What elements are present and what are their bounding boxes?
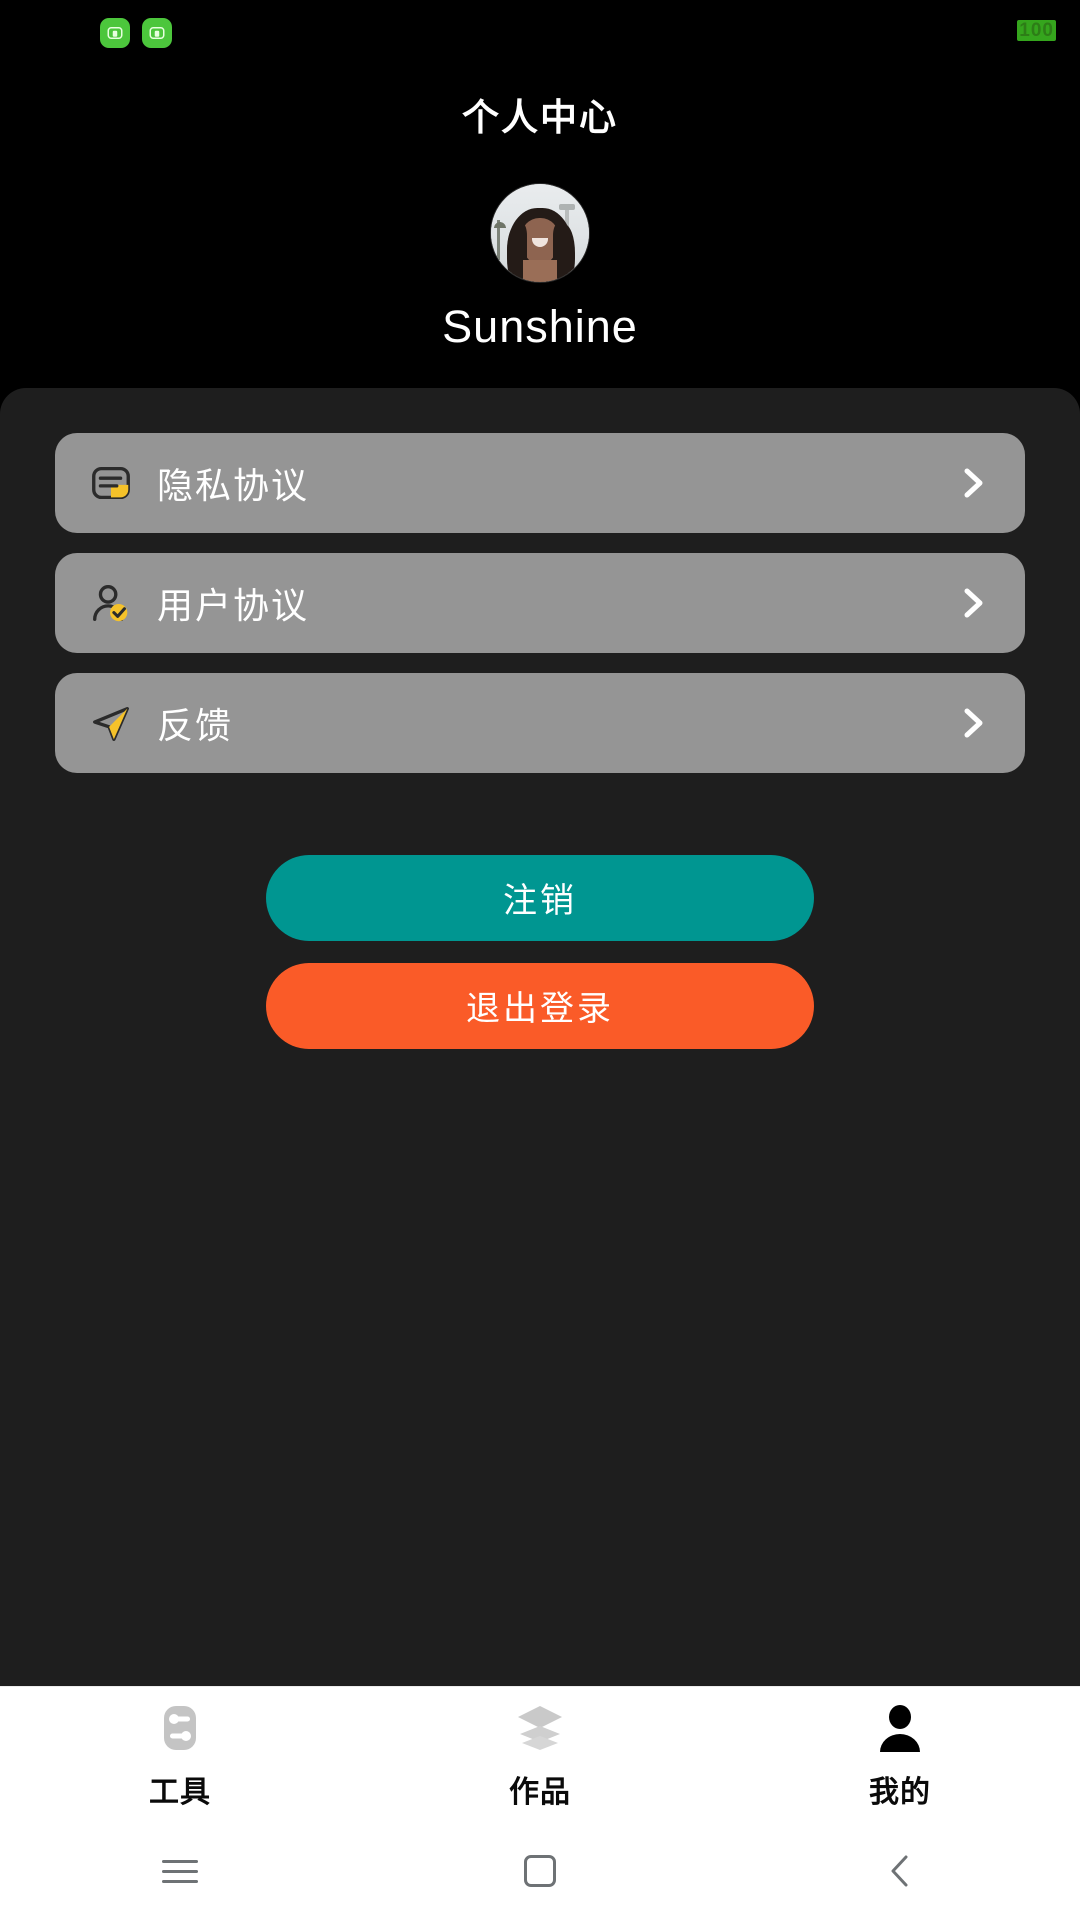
app-screen: 100 个人中心 Sunshine 隐私协议 用户协议 反馈 注销 退出登录 工… xyxy=(0,0,1080,1920)
tab-label: 作品 xyxy=(509,1775,571,1809)
menu-lines-icon xyxy=(162,1853,198,1890)
home-button[interactable] xyxy=(360,1822,720,1920)
palm-fronds-decor xyxy=(492,216,508,228)
username: Sunshine xyxy=(442,301,638,352)
chat-bubble-icon xyxy=(107,27,123,39)
status-bar-notification-icons xyxy=(100,18,172,48)
tab-label: 我的 xyxy=(869,1775,931,1809)
menu-item-privacy-agreement[interactable]: 隐私协议 xyxy=(55,432,1025,533)
document-note-icon xyxy=(83,455,139,511)
settings-panel: 隐私协议 用户协议 反馈 注销 退出登录 xyxy=(0,387,1080,1686)
chat-bubble-icon xyxy=(149,27,165,39)
tab-mine[interactable]: 我的 xyxy=(720,1687,1080,1822)
tab-works[interactable]: 作品 xyxy=(360,1687,720,1822)
square-icon xyxy=(524,1855,556,1887)
avatar-neck xyxy=(523,260,557,282)
page-title: 个人中心 xyxy=(462,97,618,138)
notification-app-icon-2 xyxy=(142,18,172,48)
status-bar-right: 100 xyxy=(1017,20,1056,41)
menu-item-label: 隐私协议 xyxy=(157,464,310,506)
sliders-icon xyxy=(152,1699,208,1757)
send-plane-icon xyxy=(83,695,139,751)
menu-item-feedback[interactable]: 反馈 xyxy=(55,672,1025,773)
status-bar: 100 xyxy=(0,0,1080,64)
profile-section: Sunshine xyxy=(0,184,1080,352)
bottom-tab-bar: 工具 作品 我的 xyxy=(0,1686,1080,1822)
battery-percentage: 100 xyxy=(1017,20,1056,41)
chevron-left-icon xyxy=(891,1855,908,1887)
avatar[interactable] xyxy=(491,184,589,282)
chevron-right-icon xyxy=(957,463,991,503)
user-check-icon xyxy=(83,575,139,631)
notification-app-icon-1 xyxy=(100,18,130,48)
person-icon xyxy=(872,1699,928,1757)
android-nav-bar xyxy=(0,1822,1080,1920)
tab-label: 工具 xyxy=(149,1775,211,1809)
logoff-button[interactable]: 注销 xyxy=(266,854,814,941)
chevron-right-icon xyxy=(957,703,991,743)
exit-login-button[interactable]: 退出登录 xyxy=(266,962,814,1049)
chevron-right-icon xyxy=(957,583,991,623)
layers-icon xyxy=(512,1699,568,1757)
recents-button[interactable] xyxy=(0,1822,360,1920)
tab-tools[interactable]: 工具 xyxy=(0,1687,360,1822)
back-button[interactable] xyxy=(720,1822,1080,1920)
menu-item-label: 用户协议 xyxy=(157,584,310,626)
pole-top-decor xyxy=(559,204,575,210)
menu-item-user-agreement[interactable]: 用户协议 xyxy=(55,552,1025,653)
account-actions: 注销 退出登录 xyxy=(55,854,1025,1049)
menu-item-label: 反馈 xyxy=(157,704,234,746)
